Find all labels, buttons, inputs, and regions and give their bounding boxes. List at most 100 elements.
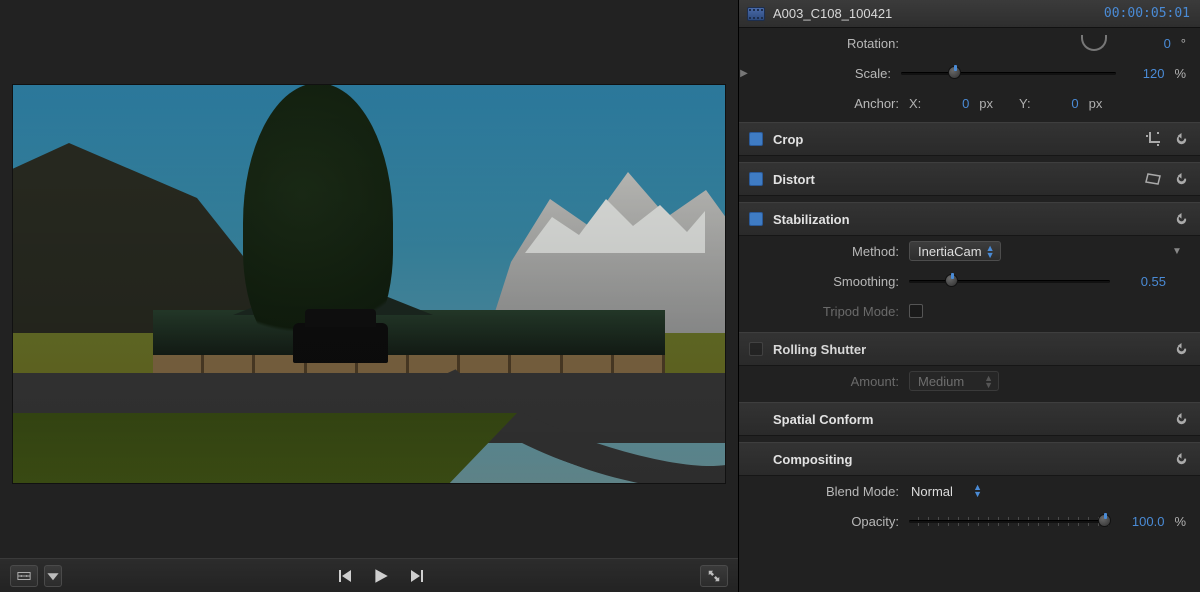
blend-mode-dropdown[interactable]: Normal ▲▼ (909, 481, 987, 501)
distort-reset-button[interactable] (1172, 170, 1190, 188)
stabilization-title: Stabilization (773, 212, 1162, 227)
rotation-row: Rotation: 0 ° (739, 28, 1200, 58)
scale-unit: % (1174, 66, 1186, 81)
scale-row: ▶ Scale: 120 % (739, 58, 1200, 88)
rs-amount-dropdown: Medium ▲▼ (909, 371, 999, 391)
distort-icon[interactable] (1144, 170, 1162, 188)
rs-amount-label: Amount: (739, 374, 909, 389)
opacity-row: Opacity: 100.0 % (739, 506, 1200, 536)
stab-method-row: Method: InertiaCam ▲▼ ▼ (739, 236, 1200, 266)
stab-method-dropdown[interactable]: InertiaCam ▲▼ (909, 241, 1001, 261)
stabilization-section[interactable]: Stabilization (739, 202, 1200, 236)
stabilization-reset-button[interactable] (1172, 210, 1190, 228)
anchor-y-unit: px (1089, 96, 1103, 111)
viewer-top-spacer (0, 0, 738, 84)
preview-tree-trunk (308, 308, 326, 363)
opacity-slider[interactable] (909, 513, 1110, 529)
rolling-shutter-enable-checkbox[interactable] (749, 342, 763, 356)
blend-mode-label: Blend Mode: (739, 484, 909, 499)
blend-mode-row: Blend Mode: Normal ▲▼ (739, 476, 1200, 506)
scale-slider[interactable] (901, 65, 1116, 81)
prev-frame-button[interactable] (335, 565, 355, 587)
spatial-conform-title: Spatial Conform (773, 412, 1162, 427)
rotation-value[interactable]: 0 (1143, 36, 1171, 51)
rolling-shutter-title: Rolling Shutter (773, 342, 1162, 357)
app-root: A003_C108_100421 00:00:05:01 Rotation: 0… (0, 0, 1200, 592)
anchor-x-unit: px (979, 96, 993, 111)
crop-enable-checkbox[interactable] (749, 132, 763, 146)
anchor-row: Anchor: X: 0 px Y: 0 px (739, 88, 1200, 118)
play-button[interactable] (369, 565, 393, 587)
clip-appearance-menu[interactable] (44, 565, 62, 587)
preview-sky (13, 85, 725, 483)
crop-reset-button[interactable] (1172, 130, 1190, 148)
stab-smoothing-value[interactable]: 0.55 (1116, 274, 1166, 289)
preview-building (153, 255, 665, 355)
crop-section[interactable]: Crop (739, 122, 1200, 156)
rolling-shutter-section[interactable]: Rolling Shutter (739, 332, 1200, 366)
compositing-section[interactable]: Compositing (739, 442, 1200, 476)
opacity-value[interactable]: 100.0 (1116, 514, 1164, 529)
distort-enable-checkbox[interactable] (749, 172, 763, 186)
clip-icon (747, 7, 765, 21)
preview-mountain-left (12, 143, 293, 363)
preview-lawn (13, 413, 573, 483)
stab-smoothing-row: Smoothing: 0.55 (739, 266, 1200, 296)
compositing-reset-button[interactable] (1172, 450, 1190, 468)
dropdown-caret-icon: ▲▼ (986, 245, 995, 259)
rs-amount-row: Amount: Medium ▲▼ (739, 366, 1200, 396)
opacity-unit: % (1174, 514, 1186, 529)
anchor-x-value[interactable]: 0 (927, 96, 969, 111)
opacity-label: Opacity: (739, 514, 909, 529)
clip-appearance-button[interactable] (10, 565, 38, 587)
dropdown-caret-icon: ▲▼ (973, 484, 982, 498)
preview-vehicle (293, 323, 388, 363)
preview-road-curve (393, 267, 726, 484)
transport-bar (0, 558, 738, 592)
blend-mode-value: Normal (911, 484, 953, 499)
stab-smoothing-slider[interactable] (909, 273, 1110, 289)
inspector-panel: A003_C108_100421 00:00:05:01 Rotation: 0… (738, 0, 1200, 592)
distort-title: Distort (773, 172, 1134, 187)
scale-value[interactable]: 120 (1122, 66, 1164, 81)
anchor-y-label: Y: (1019, 96, 1031, 111)
stab-tripod-label: Tripod Mode: (739, 304, 909, 319)
rotation-unit: ° (1181, 36, 1186, 51)
spatial-conform-section[interactable]: Spatial Conform (739, 402, 1200, 436)
viewer-panel (0, 0, 738, 592)
fullscreen-button[interactable] (700, 565, 728, 587)
preview-road (13, 373, 725, 443)
compositing-title: Compositing (773, 452, 1162, 467)
preview-grass (13, 333, 725, 388)
anchor-label: Anchor: (739, 96, 909, 111)
stab-tripod-row: Tripod Mode: (739, 296, 1200, 326)
preview-snow (525, 193, 705, 253)
stab-method-label: Method: (739, 244, 909, 259)
inspector-scroll[interactable]: Rotation: 0 ° ▶ Scale: 120 (739, 28, 1200, 592)
stab-method-value: InertiaCam (918, 244, 982, 259)
clip-name: A003_C108_100421 (773, 6, 1096, 21)
distort-section[interactable]: Distort (739, 162, 1200, 196)
dropdown-caret-icon: ▲▼ (984, 375, 993, 389)
rolling-shutter-reset-button[interactable] (1172, 340, 1190, 358)
crop-title: Crop (773, 132, 1134, 147)
anchor-x-label: X: (909, 96, 921, 111)
inspector-header: A003_C108_100421 00:00:05:01 (739, 0, 1200, 28)
anchor-y-value[interactable]: 0 (1037, 96, 1079, 111)
preview-tree (243, 84, 393, 363)
transport-controls (335, 565, 427, 587)
stab-method-expand[interactable]: ▼ (1172, 246, 1186, 257)
stab-tripod-checkbox[interactable] (909, 304, 923, 318)
rotation-dial-icon[interactable] (1081, 35, 1107, 51)
scale-label: Scale: (749, 66, 901, 81)
preview-mountain-right (485, 163, 726, 343)
scale-disclosure[interactable]: ▶ (739, 68, 749, 79)
spatial-conform-reset-button[interactable] (1172, 410, 1190, 428)
timecode: 00:00:05:01 (1104, 6, 1190, 21)
rs-amount-value: Medium (918, 374, 964, 389)
viewer-canvas[interactable] (12, 84, 726, 484)
crop-icon[interactable] (1144, 130, 1162, 148)
stab-smoothing-label: Smoothing: (739, 274, 909, 289)
stabilization-enable-checkbox[interactable] (749, 212, 763, 226)
next-frame-button[interactable] (407, 565, 427, 587)
